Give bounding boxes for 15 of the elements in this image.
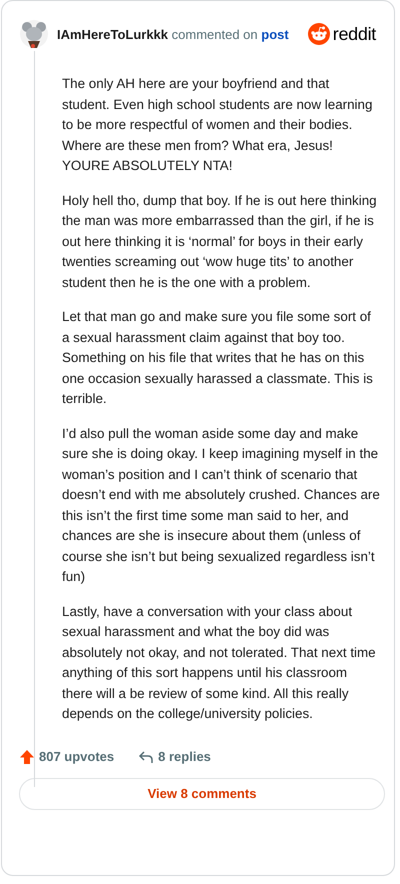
view-comments-button[interactable]: View 8 comments bbox=[19, 778, 385, 810]
upvote-count: 807 upvotes bbox=[39, 749, 114, 764]
avatar-icon bbox=[19, 19, 49, 49]
reddit-logo-icon bbox=[308, 23, 330, 45]
comment-paragraph: Lastly, have a conversation with your class about sexual harassment and what the boy did was absolutely not okay, and not tolerated. That next time anything of this sort happens until his classroom there will a be review of some kind. All this really depends on the college/university policies. bbox=[62, 602, 377, 723]
brand-name: reddit bbox=[332, 24, 376, 44]
comment-paragraph: The only AH here are your boyfriend and that student. Even high school students are now learning to be more respectful of women and their bodies. Where are these men from? What era, Jesus! YOURE ABSOLUTELY NTA! bbox=[62, 75, 374, 175]
comment-paragraph: Holy hell tho, dump that boy. If he is out here thinking the man was more embarrassed than the girl, if he is out here thinking it is ‘normal’ for boys in their early twenties screaming out ‘wow huge tits’ to another student then he is the one with a problem. bbox=[62, 192, 378, 292]
comment-paragraph: Let that man go and make sure you file some sort of a sexual harassment claim against that boy too. Something on his file that writes that he has on this one occasion sexually harassed a classmate. This is terrible. bbox=[62, 308, 374, 408]
reply-arrow-icon[interactable] bbox=[138, 748, 154, 764]
comment-paragraph: I’d also pull the woman aside some day and make sure she is doing okay. I keep imagining myself in the woman’s position and I can’t think of scenario that doesn’t end with me absolutely crushed. Chances are this isn’t the first time some man said to her, and chances are she is insecure about them (unless of course she isn’t but being sexualized regardless isn’t fun) bbox=[62, 424, 380, 586]
post-link[interactable]: post bbox=[261, 26, 289, 42]
comment-byline: IAmHereToLurkkk commented on post bbox=[57, 26, 290, 42]
reply-count: 8 replies bbox=[158, 749, 211, 764]
upvote-arrow-icon[interactable] bbox=[19, 748, 35, 764]
